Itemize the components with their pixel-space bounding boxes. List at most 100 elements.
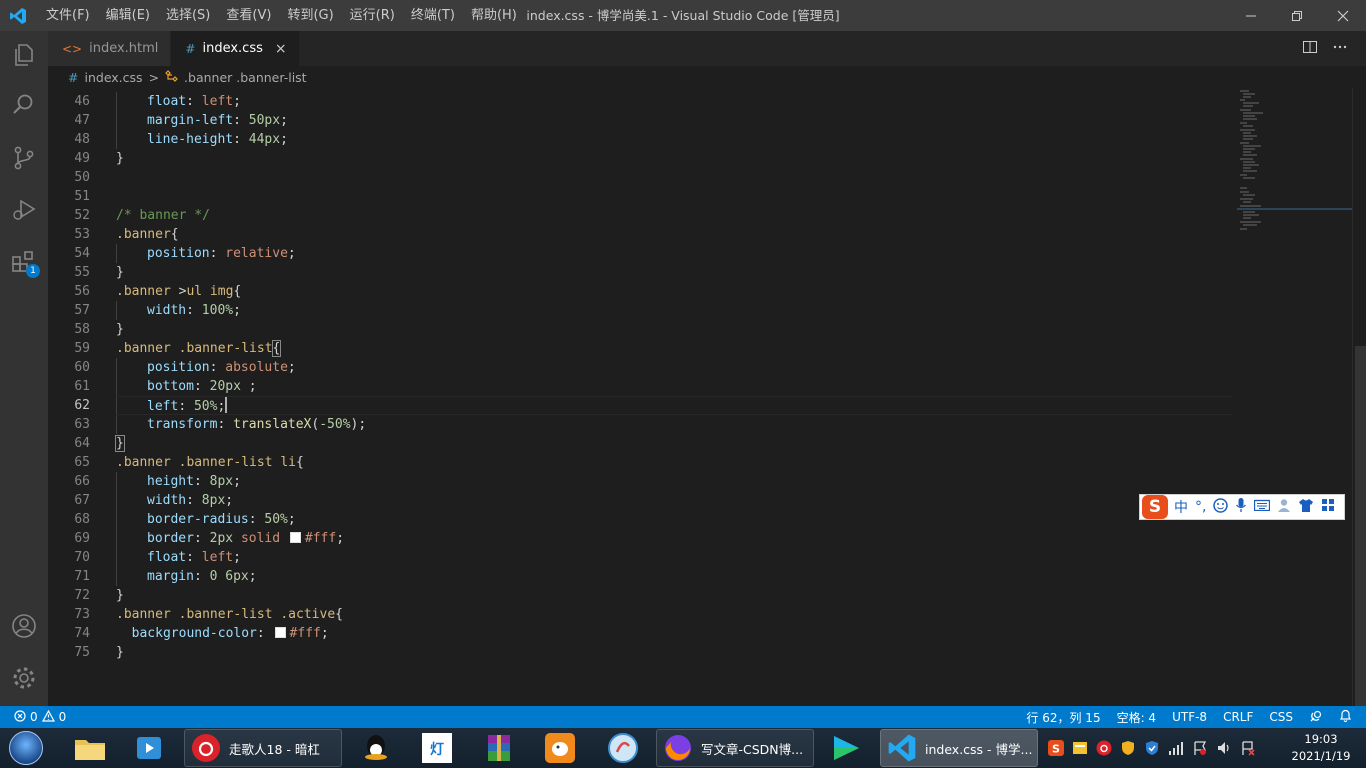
code-line: 75} bbox=[48, 643, 1233, 662]
menu-go[interactable]: 转到(G) bbox=[279, 0, 341, 31]
more-actions-icon[interactable] bbox=[1332, 39, 1348, 59]
gear-icon[interactable] bbox=[0, 654, 48, 702]
cursor-position[interactable]: 行 62，列 15 bbox=[1026, 709, 1100, 726]
code-line: 53 .banner{ bbox=[48, 225, 1233, 244]
qq-icon[interactable] bbox=[348, 730, 404, 766]
taskbar-vscode[interactable]: index.css - 博学... bbox=[880, 729, 1038, 767]
menu-run[interactable]: 运行(R) bbox=[342, 0, 403, 31]
code-text: width: 100%; bbox=[116, 301, 241, 320]
code-line: 60 position: absolute; bbox=[48, 358, 1233, 377]
menu-view[interactable]: 查看(V) bbox=[218, 0, 279, 31]
code-line: 67 width: 8px; bbox=[48, 491, 1233, 510]
file-explorer-icon[interactable] bbox=[62, 730, 118, 766]
restore-button[interactable] bbox=[1274, 0, 1320, 31]
error-count: 0 bbox=[30, 710, 38, 724]
code-line: 65 .banner .banner-list li{ bbox=[48, 453, 1233, 472]
close-window-button[interactable] bbox=[1320, 0, 1366, 31]
color-swatch[interactable] bbox=[289, 532, 301, 543]
winrar-icon[interactable] bbox=[471, 730, 527, 766]
tab-index-html[interactable]: <> index.html bbox=[48, 31, 172, 66]
dengguo-app-icon[interactable]: 灯 bbox=[409, 730, 465, 766]
explorer-icon[interactable] bbox=[0, 31, 48, 79]
code-line: 51 bbox=[48, 187, 1233, 206]
accounts-icon[interactable] bbox=[0, 602, 48, 650]
ime-punctuation-toggle[interactable]: °, bbox=[1195, 499, 1206, 515]
bird-app-icon[interactable] bbox=[532, 730, 588, 766]
taskbar-clock[interactable]: 19:03 2021/1/19 bbox=[1288, 731, 1354, 765]
source-control-icon[interactable] bbox=[0, 134, 48, 182]
minimap[interactable] bbox=[1237, 88, 1352, 706]
ime-mode-toggle[interactable]: 中 bbox=[1174, 497, 1188, 517]
breadcrumb-separator: > bbox=[148, 69, 160, 85]
netease-tray-icon[interactable] bbox=[1096, 740, 1112, 756]
menu-selection[interactable]: 选择(S) bbox=[158, 0, 218, 31]
indentation[interactable]: 空格: 4 bbox=[1117, 709, 1157, 726]
menu-edit[interactable]: 编辑(E) bbox=[98, 0, 158, 31]
code-text: position: relative; bbox=[116, 244, 296, 263]
code-text: left: 50%; bbox=[116, 396, 228, 416]
code-text: border-radius: 50%; bbox=[116, 510, 296, 529]
taskbar-item-label: index.css - 博学... bbox=[925, 741, 1033, 757]
code-text: margin-left: 50px; bbox=[116, 111, 288, 130]
run-debug-icon[interactable] bbox=[0, 186, 48, 234]
firefox-icon bbox=[665, 735, 691, 761]
menu-terminal[interactable]: 终端(T) bbox=[403, 0, 463, 31]
feedback-icon[interactable] bbox=[1309, 709, 1323, 726]
breadcrumb-symbol[interactable]: .banner .banner-list bbox=[184, 70, 307, 85]
code-editor[interactable]: 46 float: left; 47 margin-left: 50px; 48 li… bbox=[48, 88, 1366, 706]
action-center-flag-icon[interactable] bbox=[1240, 740, 1256, 756]
flag-tray-icon[interactable] bbox=[1192, 740, 1208, 756]
menu-file[interactable]: 文件(F) bbox=[38, 0, 98, 31]
close-tab-icon[interactable]: × bbox=[275, 41, 287, 57]
problems-indicator[interactable]: 0 0 bbox=[0, 709, 67, 725]
code-line: 64} bbox=[48, 434, 1233, 453]
search-icon[interactable] bbox=[0, 81, 48, 129]
vscode-icon bbox=[888, 734, 916, 762]
editor-tabs: <> index.html # index.css × bbox=[48, 31, 1366, 66]
security-tray-icon[interactable] bbox=[1120, 740, 1136, 756]
line-number: 65 bbox=[74, 455, 90, 470]
split-editor-icon[interactable] bbox=[1302, 39, 1318, 59]
keyboard-icon[interactable] bbox=[1254, 499, 1271, 515]
code-line: 48 line-height: 44px; bbox=[48, 130, 1233, 149]
taskbar-netease-music[interactable]: 走歌人18 - 暗杠 bbox=[184, 729, 342, 767]
volume-icon[interactable] bbox=[1216, 740, 1232, 756]
menu-help[interactable]: 帮助(H) bbox=[463, 0, 525, 31]
tray-app-icon[interactable] bbox=[1072, 740, 1088, 756]
taskbar-firefox-csdn[interactable]: 写文章-CSDN博... bbox=[656, 729, 814, 767]
encoding[interactable]: UTF-8 bbox=[1172, 710, 1207, 724]
notifications-bell-icon[interactable] bbox=[1339, 709, 1352, 726]
minimize-button[interactable] bbox=[1228, 0, 1274, 31]
emoji-icon[interactable] bbox=[1213, 497, 1229, 517]
code-text: float: left; bbox=[116, 548, 241, 567]
code-text: line-height: 44px; bbox=[116, 130, 288, 149]
toolbox-grid-icon[interactable] bbox=[1321, 498, 1335, 516]
breadcrumb-file[interactable]: index.css bbox=[84, 70, 142, 85]
skin-shirt-icon[interactable] bbox=[1298, 498, 1314, 517]
color-swatch[interactable] bbox=[274, 627, 286, 638]
sogou-logo-icon[interactable]: S bbox=[1142, 495, 1168, 519]
network-signal-icon[interactable] bbox=[1168, 740, 1184, 756]
network-app-icon[interactable] bbox=[595, 730, 651, 766]
code-text: bottom: 20px ; bbox=[116, 377, 257, 396]
scrollbar-thumb[interactable] bbox=[1355, 346, 1366, 706]
shield-tray-icon[interactable] bbox=[1144, 740, 1160, 756]
warning-count: 0 bbox=[58, 710, 67, 724]
code-text: background-color: #fff; bbox=[131, 626, 329, 641]
media-player-icon[interactable] bbox=[121, 730, 177, 766]
language-mode[interactable]: CSS bbox=[1269, 710, 1293, 724]
breadcrumb: # index.css > .banner .banner-list bbox=[48, 66, 1366, 88]
start-button[interactable] bbox=[3, 729, 49, 767]
clock-date: 2021/1/19 bbox=[1291, 749, 1351, 763]
user-icon[interactable] bbox=[1277, 498, 1291, 517]
tab-index-css[interactable]: # index.css × bbox=[171, 31, 300, 66]
sogou-tray-icon[interactable]: S bbox=[1048, 740, 1064, 756]
line-number: 59 bbox=[74, 341, 90, 356]
vertical-scrollbar[interactable] bbox=[1352, 88, 1366, 706]
code-text: .banner >ul img{ bbox=[116, 284, 242, 299]
extensions-icon[interactable]: 1 bbox=[0, 238, 48, 286]
video-player-icon[interactable] bbox=[818, 730, 874, 766]
line-ending[interactable]: CRLF bbox=[1223, 710, 1253, 724]
code-line: 50 bbox=[48, 168, 1233, 187]
microphone-icon[interactable] bbox=[1235, 497, 1247, 517]
